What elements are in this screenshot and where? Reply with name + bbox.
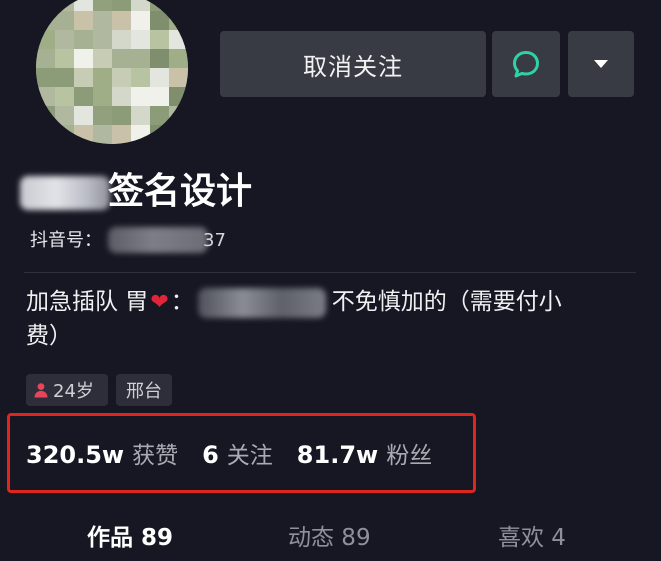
tab-updates[interactable]: 动态 89: [288, 520, 371, 556]
person-icon: [34, 383, 48, 398]
heart-icon: ❤: [150, 290, 169, 315]
avatar-pixelated-image: [36, 0, 188, 144]
redacted-name-blur: [20, 176, 110, 210]
tab-works[interactable]: 作品 89: [87, 520, 173, 556]
followers-label: 粉丝: [386, 443, 433, 469]
following-stat[interactable]: 6 关注: [202, 436, 273, 470]
age-tag: 24岁: [26, 374, 108, 406]
age-value: 24岁: [53, 381, 94, 402]
bio-text-start: 加急插队 胃: [26, 289, 149, 315]
chat-bubble-icon: [513, 51, 539, 78]
douyin-id-label: 抖音号：: [30, 230, 102, 251]
bio-text-end: 不免慎加的（需要付小: [331, 289, 562, 315]
caret-down-icon: [594, 60, 608, 68]
more-options-button[interactable]: [568, 31, 634, 97]
profile-name: 签名设计: [108, 171, 253, 212]
likes-count: 320.5w: [26, 441, 125, 469]
tab-likes[interactable]: 喜欢 4: [498, 520, 566, 556]
following-label: 关注: [226, 443, 273, 469]
douyin-id-tail: 37: [203, 230, 226, 251]
redacted-contact-blur: [197, 287, 326, 318]
unfollow-button-label: 取消关注: [303, 52, 403, 81]
city-value: 邢台: [126, 381, 162, 402]
following-count: 6: [202, 441, 219, 469]
followers-stat[interactable]: 81.7w 粉丝: [297, 436, 432, 470]
bio-colon: ：: [170, 289, 194, 315]
followers-count: 81.7w: [296, 441, 379, 469]
stats-row: 320.5w 获赞 6 关注 81.7w 粉丝: [26, 436, 456, 472]
redacted-id-blur: [108, 227, 208, 253]
city-tag: 邢台: [116, 374, 172, 406]
divider: [24, 272, 636, 273]
unfollow-button[interactable]: 取消关注: [220, 31, 486, 97]
likes-stat[interactable]: 320.5w 获赞: [26, 436, 178, 470]
bio-text-line2: 费）: [26, 323, 72, 349]
likes-label: 获赞: [132, 443, 179, 469]
profile-bio: 加急插队 胃❤： 不免慎加的（需要付小 费）: [26, 285, 626, 353]
message-button[interactable]: [492, 31, 560, 97]
avatar[interactable]: [36, 0, 188, 144]
